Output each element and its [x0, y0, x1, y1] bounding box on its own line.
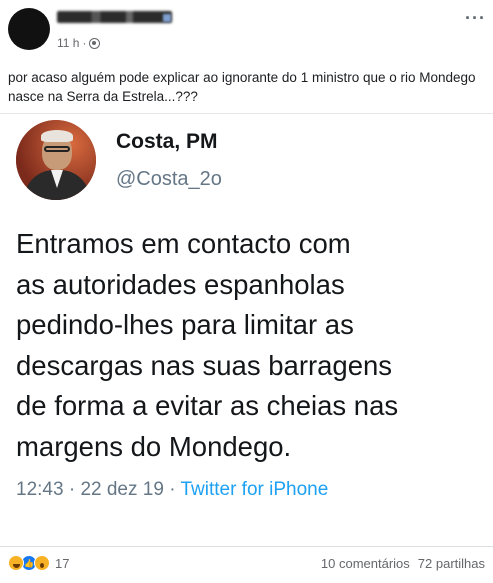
post-meta: 11 h · — [57, 36, 101, 50]
author-name-redacted[interactable] — [57, 11, 172, 23]
tweet-text-line: as autoridades espanholas — [16, 268, 345, 300]
post-time[interactable]: 11 h — [57, 36, 79, 50]
shares-count-link[interactable]: 72 partilhas — [418, 556, 485, 571]
tweet-footer-separator: · — [169, 479, 176, 500]
reactions-summary[interactable]: 17 — [8, 555, 69, 571]
tweet-display-name: Costa, PM — [116, 130, 218, 153]
globe-icon[interactable] — [89, 37, 101, 49]
tweet-footer: 12:43 · 22 dez 19 · Twitter for iPhone — [16, 479, 328, 501]
author-avatar[interactable] — [8, 8, 50, 50]
tweet-date: 22 dez 19 — [80, 479, 164, 500]
tweet-text: Entramos em contacto com as autoridades … — [16, 224, 486, 467]
tweet-text-line: descargas nas suas barragens — [16, 349, 393, 381]
haha-reaction-icon — [8, 555, 24, 571]
comments-count-link[interactable]: 10 comentários — [321, 556, 410, 571]
wow-reaction-icon — [34, 555, 50, 571]
tweet-text-line: Entramos em contacto com — [16, 228, 351, 259]
more-options-icon[interactable]: ··· — [465, 8, 486, 29]
tweet-avatar — [16, 120, 96, 200]
tweet-text-line: margens do Mondego. — [16, 430, 292, 462]
author-name-redacted-tail — [163, 14, 171, 22]
tweet-time: 12:43 — [16, 479, 64, 500]
reaction-count[interactable]: 17 — [55, 556, 69, 571]
post-stats-bar: 17 10 comentários 72 partilhas — [0, 546, 493, 583]
tweet-handle: @Costa_2o — [116, 168, 222, 190]
tweet-screenshot: Costa, PM @Costa_2o Entramos em contacto… — [0, 113, 493, 528]
tweet-source: Twitter for iPhone — [180, 479, 329, 500]
engagement-counts: 10 comentários 72 partilhas — [321, 556, 485, 571]
post-text: por acaso alguém pode explicar ao ignora… — [8, 70, 476, 104]
tweet-text-line: de forma a evitar as cheias nas — [16, 390, 399, 421]
tweet-text-line: pedindo-lhes para limitar as — [16, 309, 354, 340]
post-header: 11 h · ··· — [0, 0, 493, 58]
meta-separator: · — [82, 36, 87, 50]
tweet-footer-separator: · — [68, 479, 76, 500]
